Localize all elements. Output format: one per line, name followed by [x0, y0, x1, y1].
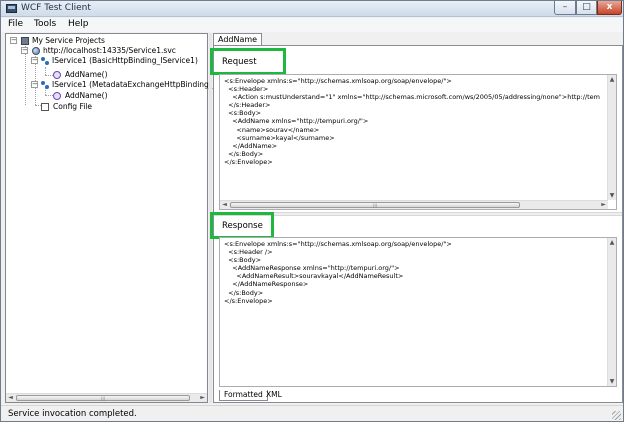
- scroll-thumb[interactable]: |||: [16, 395, 190, 401]
- contract-icon: [41, 81, 49, 89]
- scroll-right-icon[interactable]: ►: [599, 201, 608, 209]
- scroll-left-icon[interactable]: ◄: [220, 201, 229, 209]
- endpoint-label: http://localhost:14335/Service1.svc: [43, 46, 176, 55]
- method-addname-label: AddName(): [65, 70, 108, 79]
- title-bar[interactable]: WCF Test Client – □ x: [1, 1, 623, 17]
- tree-item-config-file[interactable]: Config File: [41, 102, 191, 112]
- tree-item-contract-mex[interactable]: − IService1 (MetadataExchangeHttpBinding…: [31, 80, 215, 90]
- response-vertical-scrollbar[interactable]: ▲ ▼: [607, 238, 616, 386]
- wcf-test-client-window: WCF Test Client – □ x File Tools Help − …: [0, 0, 624, 422]
- tab-xml[interactable]: XML: [262, 390, 286, 401]
- collapse-icon[interactable]: −: [10, 37, 17, 44]
- request-horizontal-scrollbar[interactable]: ◄ ||| ►: [220, 200, 608, 209]
- request-xml-view[interactable]: <s:Envelope xmlns:s="http://schemas.xmls…: [219, 74, 617, 210]
- response-highlight: [210, 212, 274, 239]
- status-text: Service invocation completed.: [8, 409, 137, 419]
- menu-file[interactable]: File: [8, 19, 23, 29]
- method-addname-label-2: AddName(): [65, 91, 108, 100]
- scroll-right-icon[interactable]: ►: [198, 394, 207, 402]
- menu-bar: File Tools Help: [1, 18, 623, 32]
- scroll-up-icon[interactable]: ▲: [608, 238, 616, 247]
- project-icon: [21, 37, 29, 45]
- tree-item-contract-basic[interactable]: − IService1 (BasicHttpBinding_IService1): [31, 56, 207, 66]
- tree-item-root[interactable]: − My Service Projects: [10, 36, 200, 46]
- maximize-button[interactable]: □: [576, 1, 597, 15]
- window-title: WCF Test Client: [21, 3, 91, 13]
- request-response-splitter[interactable]: [214, 212, 622, 216]
- scroll-left-icon[interactable]: ◄: [6, 394, 15, 402]
- tree-connector: [45, 95, 53, 96]
- close-button[interactable]: x: [597, 1, 622, 15]
- collapse-icon[interactable]: −: [21, 47, 28, 54]
- operation-panel: Request <s:Envelope xmlns:s="http://sche…: [210, 45, 623, 403]
- request-vertical-scrollbar[interactable]: ▲ ▼: [607, 75, 616, 200]
- contract-mex-label: IService1 (MetadataExchangeHttpBinding_I: [52, 80, 215, 89]
- method-icon: [53, 92, 61, 100]
- collapse-icon[interactable]: −: [31, 81, 38, 88]
- tree-horizontal-scrollbar[interactable]: ◄ ||| ►: [6, 393, 207, 402]
- tree-connector: [45, 75, 53, 76]
- scroll-up-icon[interactable]: ▲: [608, 75, 616, 84]
- method-icon: [53, 71, 61, 79]
- scroll-thumb[interactable]: |||: [230, 202, 520, 208]
- response-xml: <s:Envelope xmlns:s="http://schemas.xmls…: [224, 240, 452, 305]
- service-tree-panel: − My Service Projects − http://localhost…: [5, 33, 215, 403]
- tree-item-endpoint[interactable]: − http://localhost:14335/Service1.svc: [21, 46, 206, 56]
- status-bar: Service invocation completed.: [1, 405, 623, 421]
- request-highlight: [210, 48, 286, 75]
- tree-connector: [45, 67, 46, 75]
- tree-item-method-addname[interactable]: AddName(): [53, 70, 203, 80]
- menu-help[interactable]: Help: [68, 19, 89, 29]
- resize-grip-icon[interactable]: [612, 411, 621, 420]
- globe-icon: [32, 47, 40, 55]
- grip-icon: |||: [100, 396, 106, 401]
- collapse-icon[interactable]: −: [31, 57, 38, 64]
- menu-tools[interactable]: Tools: [34, 19, 56, 29]
- app-icon: [6, 4, 17, 13]
- tree-item-method-addname-2[interactable]: AddName(): [53, 91, 203, 101]
- config-file-label: Config File: [53, 102, 92, 111]
- scroll-down-icon[interactable]: ▼: [608, 377, 616, 386]
- request-xml: <s:Envelope xmlns:s="http://schemas.xmls…: [224, 77, 600, 166]
- contract-icon: [41, 57, 49, 65]
- tab-formatted[interactable]: Formatted: [219, 390, 268, 401]
- scroll-down-icon[interactable]: ▼: [608, 191, 616, 200]
- minimize-button[interactable]: –: [554, 1, 576, 15]
- response-xml-view[interactable]: <s:Envelope xmlns:s="http://schemas.xmls…: [219, 237, 617, 387]
- contract-basic-label: IService1 (BasicHttpBinding_IService1): [52, 56, 198, 65]
- file-icon: [41, 103, 49, 111]
- grip-icon: |||: [372, 203, 378, 208]
- tree-root-label: My Service Projects: [32, 36, 105, 45]
